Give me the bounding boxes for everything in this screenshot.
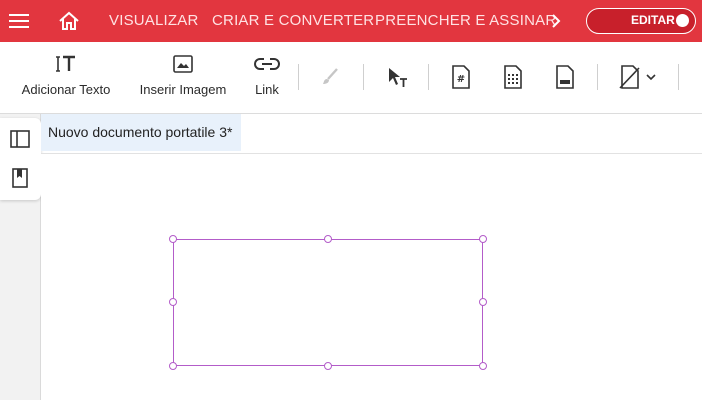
top-navigation-bar: VISUALIZAR CRIAR E CONVERTER PREENCHER E…	[0, 0, 702, 42]
link-button[interactable]: Link	[248, 42, 286, 114]
link-icon	[248, 52, 286, 76]
toolbar-divider	[597, 64, 598, 90]
resize-handle-right[interactable]	[479, 298, 487, 306]
resize-handle-top-right[interactable]	[479, 235, 487, 243]
watermark-icon[interactable]	[616, 64, 660, 90]
panel-toggle-icon[interactable]	[8, 127, 32, 151]
nav-preencher-e-assinar[interactable]: PREENCHER E ASSINAR	[375, 0, 556, 42]
nav-criar-e-converter[interactable]: CRIAR E CONVERTER	[212, 0, 374, 42]
nav-visualizar[interactable]: VISUALIZAR	[109, 0, 199, 42]
resize-handle-left[interactable]	[169, 298, 177, 306]
add-text-label: Adicionar Texto	[21, 82, 111, 97]
edit-toggle-label: EDITAR	[631, 13, 675, 27]
resize-handle-top-left[interactable]	[169, 235, 177, 243]
hamburger-menu-icon[interactable]	[4, 0, 34, 42]
header-footer-icon[interactable]	[551, 64, 579, 90]
brush-icon[interactable]	[316, 64, 344, 90]
insert-image-icon	[134, 52, 232, 76]
add-text-icon	[14, 52, 118, 76]
resize-handle-bottom[interactable]	[324, 362, 332, 370]
chevron-right-icon[interactable]	[546, 0, 566, 42]
resize-handle-top[interactable]	[324, 235, 332, 243]
insert-image-label: Inserir Imagem	[139, 82, 227, 97]
svg-text:#: #	[457, 74, 465, 85]
toolbar-divider	[678, 64, 679, 90]
left-sidebar	[0, 114, 41, 400]
page-number-icon[interactable]: #	[447, 64, 475, 90]
add-text-button[interactable]: Adicionar Texto	[14, 42, 118, 114]
bookmark-icon[interactable]	[8, 166, 32, 190]
selected-box[interactable]	[173, 239, 483, 366]
document-tab[interactable]: Nuovo documento portatile 3*	[41, 114, 241, 151]
home-icon[interactable]	[54, 0, 84, 42]
resize-handle-bottom-right[interactable]	[479, 362, 487, 370]
sidebar-panel	[0, 118, 41, 200]
document-title: Nuovo documento portatile 3*	[48, 124, 233, 140]
toggle-knob	[676, 14, 689, 27]
toolbar-divider	[428, 64, 429, 90]
select-text-cursor-icon[interactable]	[383, 64, 411, 90]
resize-handle-bottom-left[interactable]	[169, 362, 177, 370]
edit-toolbar: Adicionar Texto Inserir Imagem Link #	[0, 42, 702, 114]
insert-image-button[interactable]: Inserir Imagem	[134, 42, 232, 114]
edit-mode-toggle[interactable]: EDITAR	[586, 8, 696, 34]
bates-numbering-icon[interactable]	[499, 64, 527, 90]
toolbar-divider	[298, 64, 299, 90]
toolbar-divider	[363, 64, 364, 90]
link-label: Link	[255, 82, 279, 97]
